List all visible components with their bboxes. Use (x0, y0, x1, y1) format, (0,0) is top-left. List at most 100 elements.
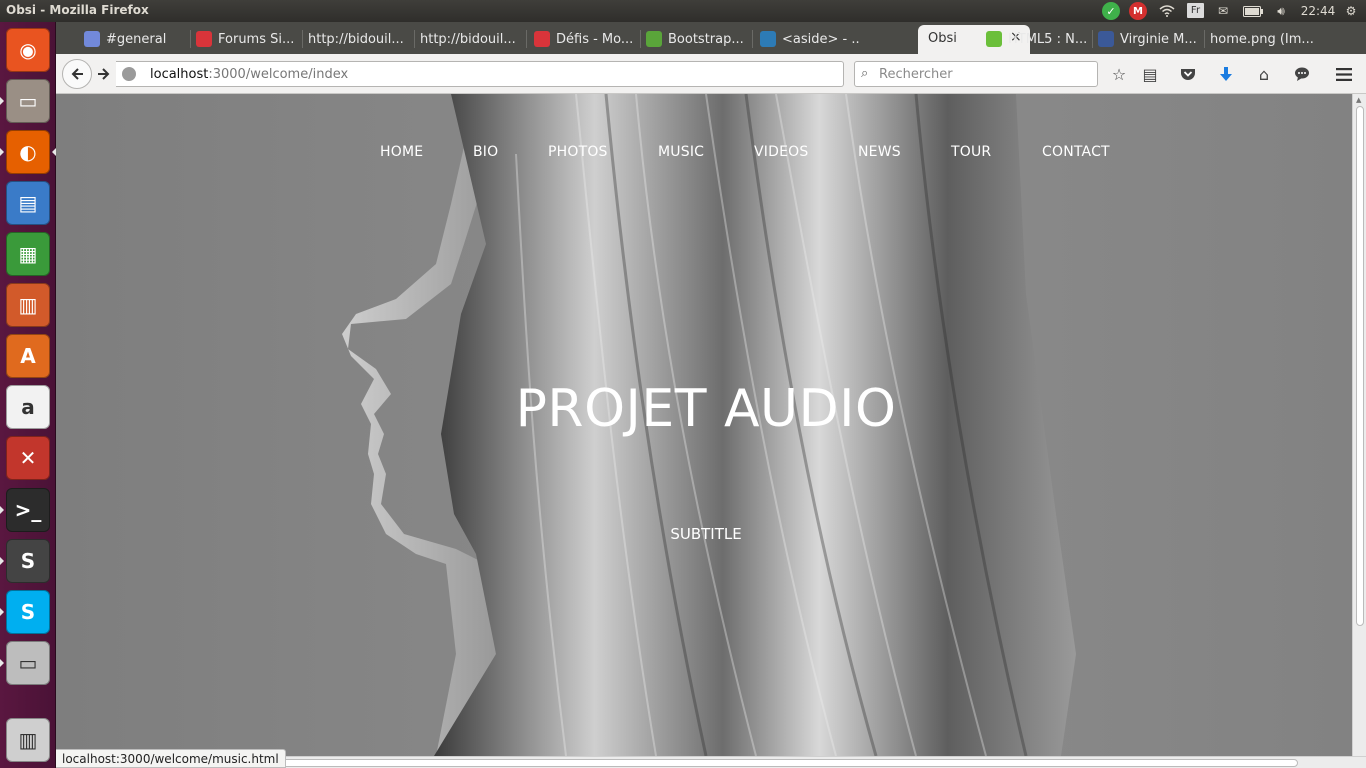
forward-button[interactable] (94, 63, 114, 85)
running-indicator (0, 506, 4, 514)
hero-title: PROJET AUDIO (515, 379, 897, 439)
calc-icon[interactable]: ▦ (6, 232, 50, 276)
volume-icon[interactable]: 🔊︎ (1272, 2, 1290, 20)
amazon-glyph: a (21, 395, 35, 419)
envelope-icon[interactable]: ✉ (1214, 2, 1232, 20)
discord-icon (84, 31, 100, 47)
tab-label: Forums Si... (218, 31, 295, 47)
page-viewport: HOME BIO PHOTOS MUSIC VIDEOS NEWS TOUR C… (56, 94, 1352, 756)
arrow-right-icon (98, 68, 110, 80)
ubuntu-dash-icon[interactable]: ◉ (6, 28, 50, 72)
files-glyph: ▭ (18, 89, 38, 113)
writer-icon[interactable]: ▤ (6, 181, 50, 225)
top-panel: Obsi - Mozilla Firefox ✓ M Fr ✉ 🔊︎ 22:44… (0, 0, 1366, 22)
browser-tab[interactable]: #general (84, 26, 184, 52)
pocket-icon[interactable] (1176, 62, 1200, 86)
clock[interactable]: 22:44 (1300, 2, 1336, 20)
browser-tab[interactable]: <aside> - ... (760, 26, 860, 52)
browser-tab[interactable]: Virginie M... (1098, 26, 1198, 52)
nav-home-link[interactable]: HOME (380, 144, 423, 160)
search-bar[interactable]: ⌕ (854, 61, 1098, 87)
software-center-glyph: A (20, 344, 36, 368)
reading-list-icon[interactable]: ▤ (1138, 62, 1162, 86)
printer-glyph: ▭ (18, 651, 38, 675)
bookmark-star-icon[interactable]: ☆ (1107, 62, 1131, 86)
amazon-icon[interactable]: a (6, 385, 50, 429)
nav-contact-link[interactable]: CONTACT (1042, 144, 1110, 160)
nav-photos-link[interactable]: PHOTOS (548, 144, 608, 160)
url-bar[interactable]: localhost:3000/welcome/index ↻ (116, 61, 887, 87)
browser-tab[interactable]: http://bidouil... (420, 26, 520, 52)
sublime-text-glyph: S (20, 549, 36, 573)
nav-music-link[interactable]: MUSIC (658, 144, 704, 160)
ubuntu-dash-glyph: ◉ (19, 38, 37, 62)
skype-icon[interactable]: S (6, 590, 50, 634)
leaf-icon (986, 31, 1002, 47)
tab-label: Défis - Mo... (556, 31, 634, 47)
keyboard-layout-indicator[interactable]: Fr (1187, 3, 1204, 18)
files-icon[interactable]: ▭ (6, 79, 50, 123)
software-center-icon[interactable]: A (6, 334, 50, 378)
running-indicator (0, 97, 4, 105)
horizontal-scroll-thumb[interactable] (274, 759, 1298, 767)
nav-tour-link[interactable]: TOUR (951, 144, 991, 160)
scroll-up-icon[interactable]: ▲ (1356, 96, 1361, 104)
tab-separator (640, 30, 641, 48)
check-icon[interactable]: ✓ (1102, 2, 1120, 20)
printer-icon[interactable]: ▭ (6, 641, 50, 685)
terminal-icon[interactable]: >_ (6, 488, 50, 532)
battery-icon[interactable] (1242, 2, 1264, 20)
impress-icon[interactable]: ▥ (6, 283, 50, 327)
skype-glyph: S (20, 600, 36, 624)
tab-label: <aside> - ... (782, 31, 860, 47)
nav-news-link[interactable]: NEWS (858, 144, 901, 160)
back-button[interactable] (62, 59, 92, 89)
running-indicator (0, 659, 4, 667)
terminal-glyph: >_ (14, 498, 42, 522)
vertical-scrollbar[interactable]: ▲ (1352, 94, 1366, 756)
nav-toolbar: localhost:3000/welcome/index ↻ ⌕ ☆ ▤ ⌂ (56, 54, 1366, 94)
url-text[interactable]: localhost:3000/welcome/index (150, 67, 348, 82)
system-settings-icon[interactable]: ✕ (6, 436, 50, 480)
tab-separator (302, 30, 303, 48)
firefox-glyph: ◐ (19, 140, 37, 164)
trash-icon[interactable]: ▥ (6, 718, 50, 762)
vertical-scroll-thumb[interactable] (1356, 106, 1364, 626)
chart-icon (646, 31, 662, 47)
window-title: Obsi - Mozilla Firefox (6, 3, 149, 17)
browser-tab[interactable]: HTML5 : N... (986, 26, 1086, 52)
search-input[interactable] (879, 65, 1089, 83)
chat-icon[interactable] (1290, 62, 1314, 86)
hero-subtitle: SUBTITLE (670, 525, 742, 543)
tab-label: http://bidouil... (308, 31, 404, 47)
browser-tab[interactable]: Bootstrap... (646, 26, 746, 52)
gear-icon[interactable]: ⚙ (1342, 2, 1360, 20)
tab-label: Obsi (928, 31, 957, 46)
trash-glyph: ▥ (18, 728, 38, 752)
menu-icon[interactable] (1332, 62, 1356, 86)
download-icon[interactable] (1214, 62, 1238, 86)
nav-videos-link[interactable]: VIDEOS (754, 144, 808, 160)
browser-tab[interactable]: home.png (Im... (1210, 26, 1315, 52)
browser-tab[interactable]: http://bidouil... (308, 26, 408, 52)
tab-separator (526, 30, 527, 48)
running-indicator (0, 557, 4, 565)
running-indicator (0, 148, 4, 156)
browser-tab[interactable]: Forums Si... (196, 26, 296, 52)
firefox-icon[interactable]: ◐ (6, 130, 50, 174)
home-icon[interactable]: ⌂ (1252, 62, 1276, 86)
tab-separator (414, 30, 415, 48)
tab-bar: Obsi × + #generalForums Si...http://bido… (56, 22, 1366, 54)
globe-icon[interactable] (122, 67, 136, 81)
launcher: ◉ ▭ ◐ ▤ ▦ ▥ Aa ✕ >_ S S ▭ ▥ (0, 22, 56, 768)
browser-tab[interactable]: Défis - Mo... (534, 26, 634, 52)
forum-icon (196, 31, 212, 47)
nav-bio-link[interactable]: BIO (473, 144, 498, 160)
url-host: localhost (150, 67, 209, 82)
facebook-icon (1098, 31, 1114, 47)
mail-m-icon[interactable]: M (1129, 2, 1147, 20)
tab-label: Bootstrap... (668, 31, 744, 47)
forum-icon (534, 31, 550, 47)
sublime-text-icon[interactable]: S (6, 539, 50, 583)
wifi-icon[interactable] (1158, 2, 1176, 20)
